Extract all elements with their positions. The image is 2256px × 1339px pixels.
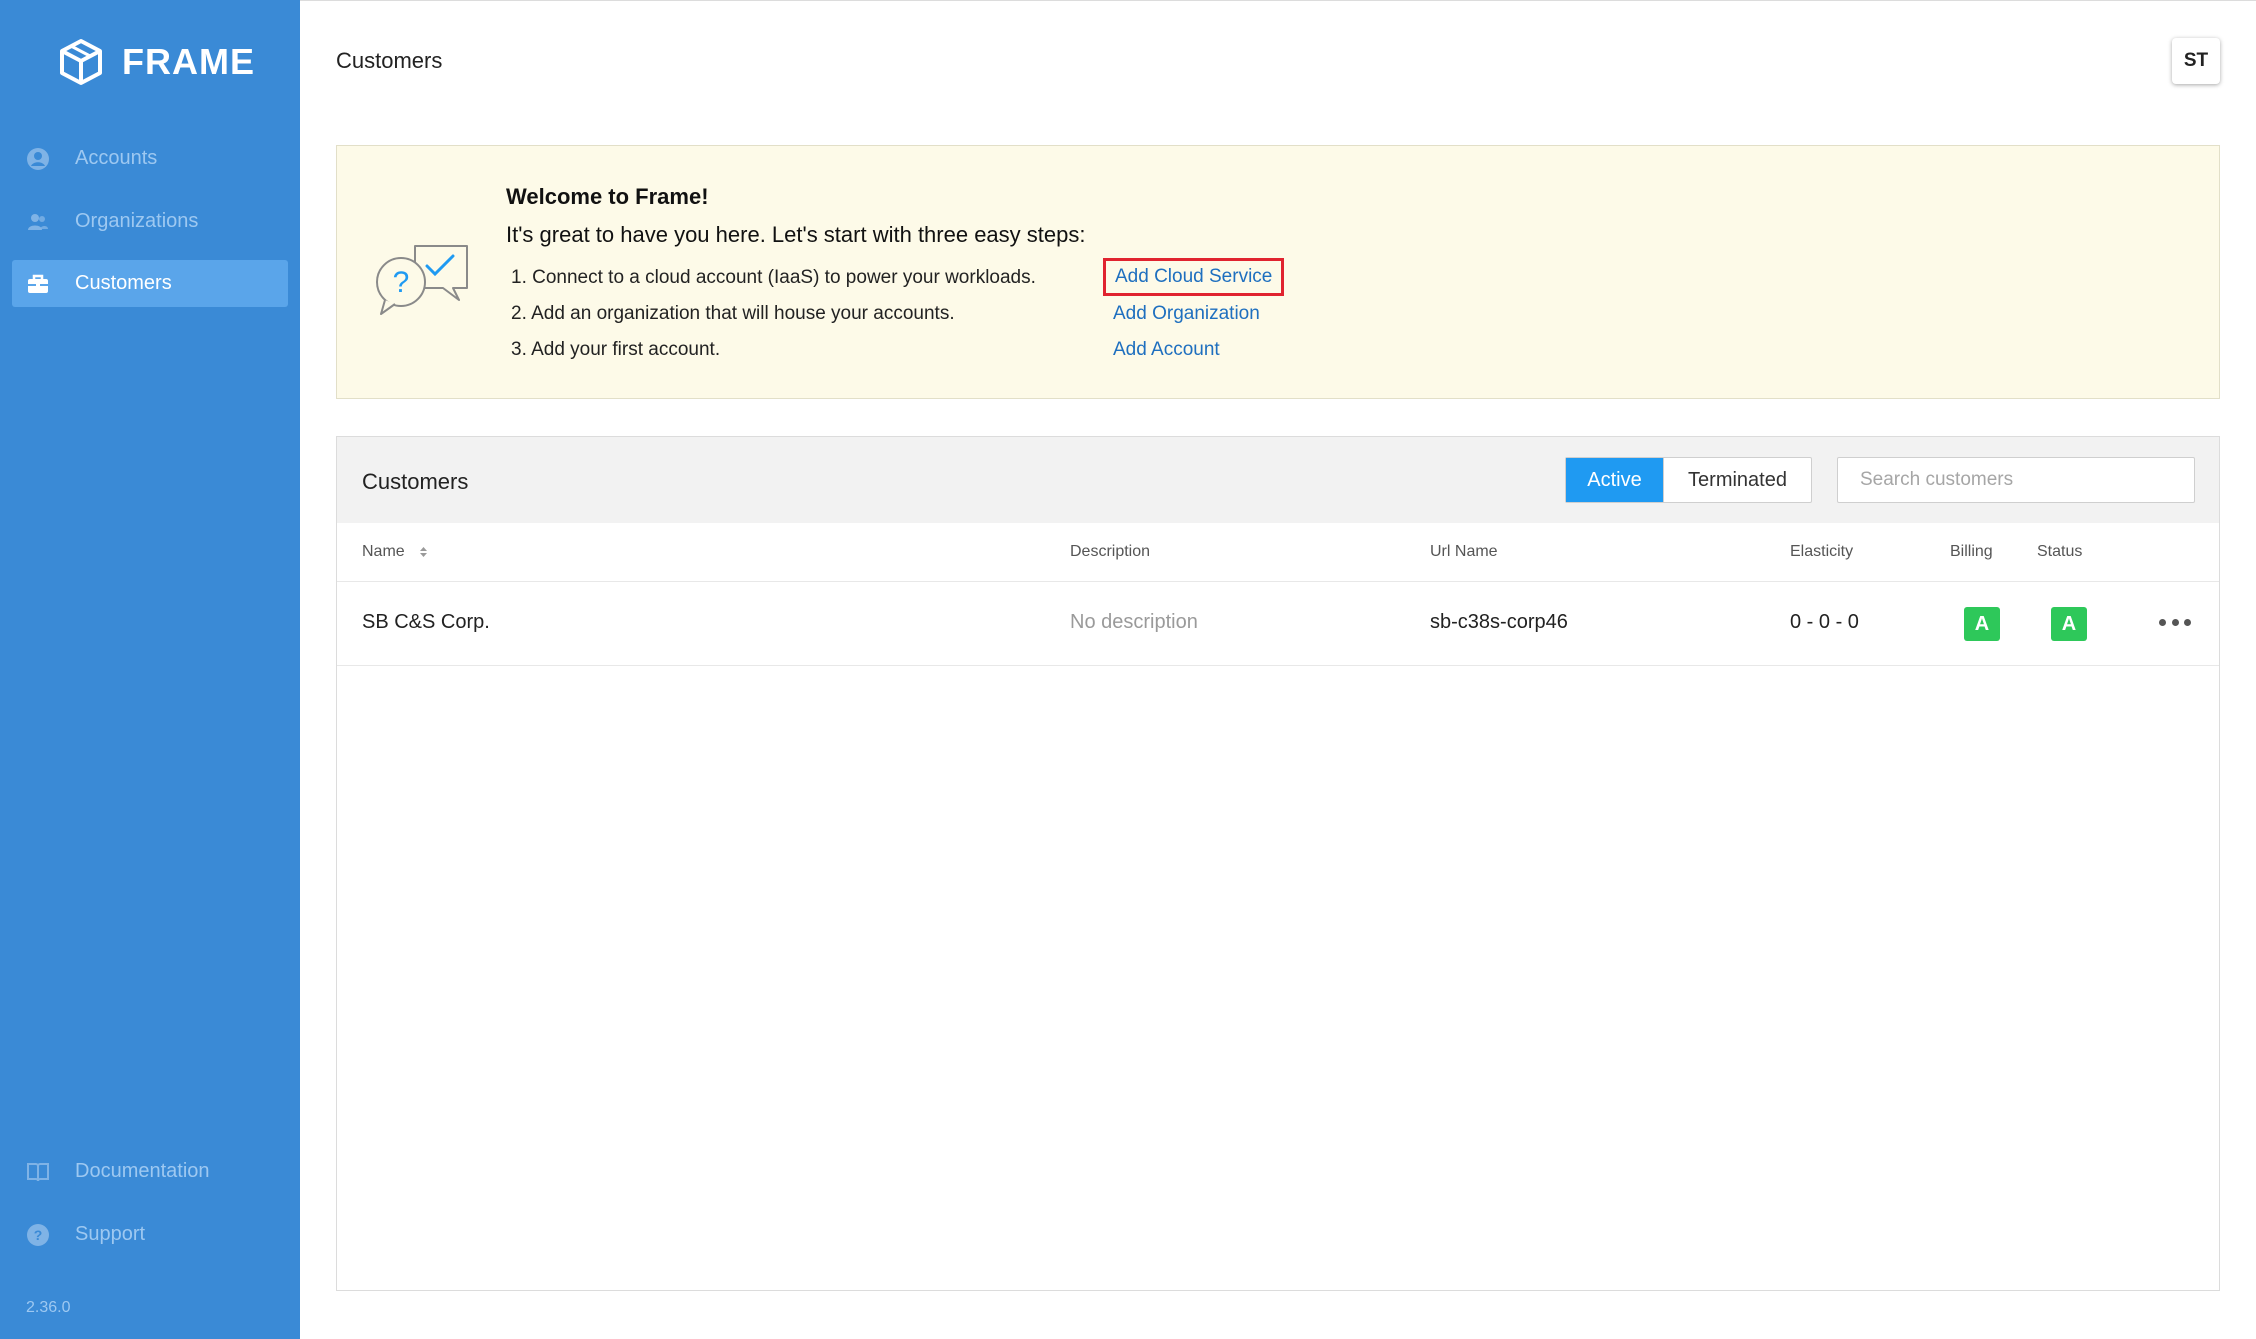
sidebar-item-label: Customers bbox=[75, 272, 172, 294]
svg-text:?: ? bbox=[393, 266, 410, 299]
step-text: 2. Add an organization that will house y… bbox=[511, 303, 955, 324]
sidebar-item-label: Organizations bbox=[75, 210, 199, 232]
brand-name: FRAME bbox=[122, 41, 255, 82]
sidebar-item-documentation[interactable]: Documentation bbox=[12, 1148, 288, 1195]
user-circle-icon bbox=[25, 146, 51, 172]
more-options-icon[interactable] bbox=[2159, 611, 2191, 633]
sort-icon bbox=[420, 546, 428, 557]
user-avatar[interactable]: ST bbox=[2172, 38, 2220, 84]
users-icon bbox=[25, 209, 51, 235]
column-header-billing: Billing bbox=[1950, 543, 1993, 560]
column-header-name[interactable]: Name bbox=[362, 543, 428, 561]
column-header-description: Description bbox=[1070, 543, 1151, 560]
sidebar-item-customers[interactable]: Customers bbox=[12, 260, 288, 307]
header-divider bbox=[337, 581, 2219, 582]
chat-help-icon: ? bbox=[376, 245, 468, 315]
cube-logo-icon bbox=[60, 39, 102, 85]
welcome-panel: ? Welcome to Frame! It's great to have y… bbox=[336, 145, 2220, 399]
column-header-url-name: Url Name bbox=[1430, 543, 1498, 560]
sidebar-item-label: Support bbox=[75, 1223, 146, 1245]
status-filter: Active Terminated bbox=[1565, 457, 1812, 503]
welcome-intro: It's great to have you here. Let's start… bbox=[506, 222, 1086, 247]
book-icon bbox=[25, 1159, 51, 1185]
briefcase-icon bbox=[25, 271, 51, 297]
filter-terminated-button[interactable]: Terminated bbox=[1663, 458, 1811, 502]
customers-panel: Customers Active Terminated Name Descrip… bbox=[336, 436, 2220, 1291]
panel-header: Customers Active Terminated bbox=[337, 437, 2219, 523]
column-label: Name bbox=[362, 543, 405, 560]
add-account-link[interactable]: Add Account bbox=[1113, 339, 1220, 361]
cell-description: No description bbox=[1070, 611, 1198, 633]
top-divider bbox=[300, 0, 2256, 1]
sidebar-item-support[interactable]: ? Support bbox=[12, 1211, 288, 1258]
svg-text:?: ? bbox=[34, 1227, 43, 1243]
step-text: 1. Connect to a cloud account (IaaS) to … bbox=[511, 267, 1036, 288]
cell-elasticity: 0 - 0 - 0 bbox=[1790, 611, 1859, 633]
cell-url-name: sb-c38s-corp46 bbox=[1430, 611, 1568, 633]
logo[interactable]: FRAME bbox=[58, 36, 255, 88]
status-badge: A bbox=[2051, 607, 2087, 641]
sidebar: FRAME Accounts Organizations Customers D… bbox=[0, 0, 300, 1339]
sidebar-item-accounts[interactable]: Accounts bbox=[12, 135, 288, 182]
app-version: 2.36.0 bbox=[26, 1299, 71, 1316]
column-header-status: Status bbox=[2037, 543, 2083, 560]
help-circle-icon: ? bbox=[25, 1222, 51, 1248]
sidebar-item-organizations[interactable]: Organizations bbox=[12, 198, 288, 245]
welcome-heading: Welcome to Frame! bbox=[506, 184, 709, 209]
page-title: Customers bbox=[336, 48, 443, 73]
add-cloud-service-link[interactable]: Add Cloud Service bbox=[1103, 258, 1285, 296]
sidebar-item-label: Documentation bbox=[75, 1160, 210, 1182]
step-text: 3. Add your first account. bbox=[511, 339, 721, 360]
filter-active-button[interactable]: Active bbox=[1566, 458, 1663, 502]
cell-name[interactable]: SB C&S Corp. bbox=[362, 611, 490, 634]
add-organization-link[interactable]: Add Organization bbox=[1113, 303, 1260, 325]
panel-title: Customers bbox=[362, 469, 469, 494]
search-input[interactable] bbox=[1837, 457, 2195, 503]
column-header-elasticity: Elasticity bbox=[1790, 543, 1854, 560]
row-divider bbox=[337, 665, 2219, 666]
billing-badge: A bbox=[1964, 607, 2000, 641]
sidebar-item-label: Accounts bbox=[75, 147, 158, 169]
